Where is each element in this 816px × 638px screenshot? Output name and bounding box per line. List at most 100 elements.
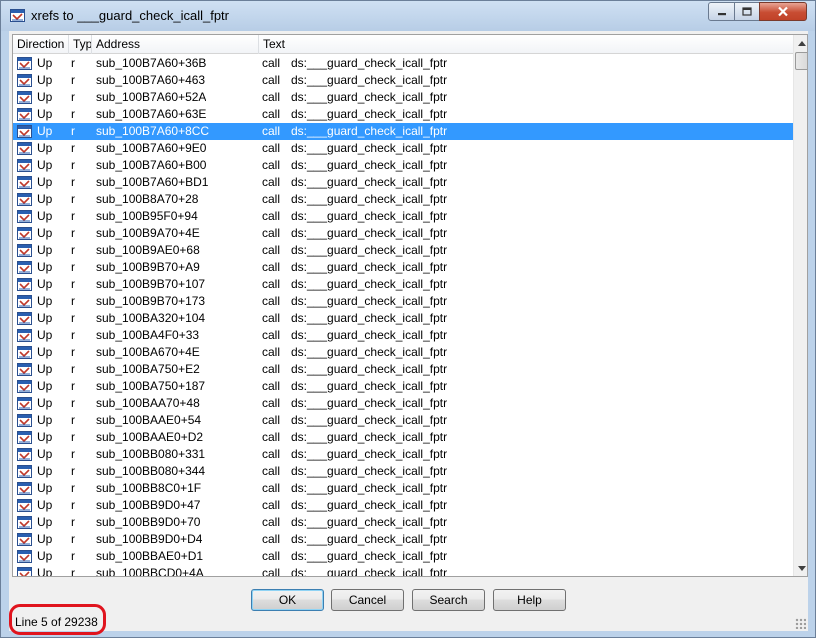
table-row[interactable]: Up r sub_100B7A60+9E0 call ds:___guard_check… (13, 140, 793, 157)
scroll-thumb[interactable] (795, 52, 807, 70)
table-row[interactable]: Up r sub_100BA750+E2 call ds:___guard_check_… (13, 361, 793, 378)
cell-direction: Up (37, 226, 53, 240)
xref-icon (17, 448, 32, 461)
cell-instruction: call (262, 158, 281, 172)
cell-instruction: call (262, 209, 281, 223)
table-row[interactable]: Up r sub_100BAAE0+D2 call ds:___guard_check_… (13, 429, 793, 446)
cell-operand: ds:___guard_check_icall_fptr (291, 311, 448, 325)
search-button[interactable]: Search (412, 589, 485, 611)
table-row[interactable]: Up r sub_100B7A60+36B call ds:___guard_check… (13, 55, 793, 72)
table-row[interactable]: Up r sub_100BA670+4E call ds:___guard_check_… (13, 344, 793, 361)
table-row[interactable]: Up r sub_100BB8C0+1F call ds:___guard_check_… (13, 480, 793, 497)
cell-operand: ds:___guard_check_icall_fptr (291, 226, 448, 240)
cell-address: sub_100BAAE0+54 (96, 413, 202, 427)
table-row[interactable]: Up r sub_100B9A70+4E call ds:___guard_check_… (13, 225, 793, 242)
cell-instruction: call (262, 345, 281, 359)
column-header-text[interactable]: Text (259, 35, 793, 54)
table-row[interactable]: Up r sub_100BB080+344 call ds:___guard_check… (13, 463, 793, 480)
cell-operand: ds:___guard_check_icall_fptr (291, 90, 448, 104)
cell-instruction: call (262, 515, 281, 529)
cell-type: r (71, 447, 75, 461)
xref-icon (17, 142, 32, 155)
cell-operand: ds:___guard_check_icall_fptr (291, 430, 448, 444)
table-row[interactable]: Up r sub_100BB9D0+47 call ds:___guard_check_… (13, 497, 793, 514)
cell-type: r (71, 311, 75, 325)
table-row[interactable]: Up r sub_100B9AE0+68 call ds:___guard_check_… (13, 242, 793, 259)
table-row[interactable]: Up r sub_100B9B70+173 call ds:___guard_check… (13, 293, 793, 310)
help-button[interactable]: Help (493, 589, 566, 611)
column-header-direction[interactable]: Direction (13, 35, 69, 54)
cell-direction: Up (37, 141, 53, 155)
xrefs-list[interactable]: Direction Typ Address Text Up r sub_100B7A… (12, 34, 808, 577)
cell-instruction: call (262, 277, 281, 291)
cell-instruction: call (262, 192, 281, 206)
cell-direction: Up (37, 328, 53, 342)
table-row[interactable]: Up r sub_100BB080+331 call ds:___guard_check… (13, 446, 793, 463)
xref-icon (17, 176, 32, 189)
maximize-button[interactable] (734, 2, 760, 21)
cell-instruction: call (262, 243, 281, 257)
cell-type: r (71, 481, 75, 495)
cell-type: r (71, 379, 75, 393)
cell-address: sub_100BA750+187 (96, 379, 206, 393)
xref-icon (17, 227, 32, 240)
cell-address: sub_100BA750+E2 (96, 362, 200, 376)
xref-icon (17, 74, 32, 87)
cell-direction: Up (37, 464, 53, 478)
cell-instruction: call (262, 396, 281, 410)
resize-grip[interactable] (795, 618, 806, 629)
table-row-selected[interactable]: Up r sub_100B7A60+8CC call ds:___guard_check… (13, 123, 793, 140)
cell-operand: ds:___guard_check_icall_fptr (291, 73, 448, 87)
cell-instruction: call (262, 498, 281, 512)
ok-button[interactable]: OK (251, 589, 324, 611)
table-row[interactable]: Up r sub_100B9B70+A9 call ds:___guard_check_… (13, 259, 793, 276)
cell-type: r (71, 277, 75, 291)
cell-operand: ds:___guard_check_icall_fptr (291, 107, 448, 121)
cancel-button[interactable]: Cancel (331, 589, 404, 611)
cell-type: r (71, 498, 75, 512)
cell-operand: ds:___guard_check_icall_fptr (291, 158, 448, 172)
table-row[interactable]: Up r sub_100B9B70+107 call ds:___guard_check… (13, 276, 793, 293)
cell-direction: Up (37, 379, 53, 393)
title-bar[interactable]: xrefs to ___guard_check_icall_fptr (1, 1, 815, 31)
cell-direction: Up (37, 396, 53, 410)
cell-direction: Up (37, 430, 53, 444)
cell-type: r (71, 566, 75, 577)
table-row[interactable]: Up r sub_100B7A60+463 call ds:___guard_check… (13, 72, 793, 89)
column-header-address[interactable]: Address (92, 35, 259, 54)
table-row[interactable]: Up r sub_100BA750+187 call ds:___guard_check… (13, 378, 793, 395)
close-button[interactable] (759, 2, 807, 21)
cell-direction: Up (37, 243, 53, 257)
cell-address: sub_100BA670+4E (96, 345, 200, 359)
table-row[interactable]: Up r sub_100B8A70+28 call ds:___guard_check_… (13, 191, 793, 208)
table-row[interactable]: Up r sub_100B95F0+94 call ds:___guard_check_… (13, 208, 793, 225)
table-row[interactable]: Up r sub_100B7A60+63E call ds:___guard_check… (13, 106, 793, 123)
table-row[interactable]: Up r sub_100B7A60+52A call ds:___guard_check… (13, 89, 793, 106)
cell-direction: Up (37, 362, 53, 376)
cell-instruction: call (262, 107, 281, 121)
table-row[interactable]: Up r sub_100B7A60+B00 call ds:___guard_check… (13, 157, 793, 174)
cell-operand: ds:___guard_check_icall_fptr (291, 515, 448, 529)
cell-address: sub_100BB9D0+47 (96, 498, 201, 512)
table-row[interactable]: Up r sub_100BA4F0+33 call ds:___guard_check_… (13, 327, 793, 344)
table-row[interactable]: Up r sub_100BBAE0+D1 call ds:___guard_check_… (13, 548, 793, 565)
table-row[interactable]: Up r sub_100BB9D0+70 call ds:___guard_check_… (13, 514, 793, 531)
table-row[interactable]: Up r sub_100BBCD0+4A call ds:___guard_check_… (13, 565, 793, 577)
table-row[interactable]: Up r sub_100BB9D0+D4 call ds:___guard_check_… (13, 531, 793, 548)
table-row[interactable]: Up r sub_100B7A60+BD1 call ds:___guard_check… (13, 174, 793, 191)
column-header-type[interactable]: Typ (69, 35, 92, 54)
cell-operand: ds:___guard_check_icall_fptr (291, 243, 448, 257)
scroll-down-button[interactable] (794, 560, 807, 576)
table-row[interactable]: Up r sub_100BAAE0+54 call ds:___guard_check_… (13, 412, 793, 429)
cell-type: r (71, 413, 75, 427)
table-row[interactable]: Up r sub_100BA320+104 call ds:___guard_check… (13, 310, 793, 327)
cell-type: r (71, 515, 75, 529)
minimize-button[interactable] (708, 2, 735, 21)
vertical-scrollbar[interactable] (793, 35, 807, 576)
xref-icon (17, 516, 32, 529)
cell-type: r (71, 294, 75, 308)
cell-type: r (71, 243, 75, 257)
table-row[interactable]: Up r sub_100BAA70+48 call ds:___guard_check_… (13, 395, 793, 412)
scroll-up-button[interactable] (794, 35, 807, 51)
cell-direction: Up (37, 124, 53, 138)
